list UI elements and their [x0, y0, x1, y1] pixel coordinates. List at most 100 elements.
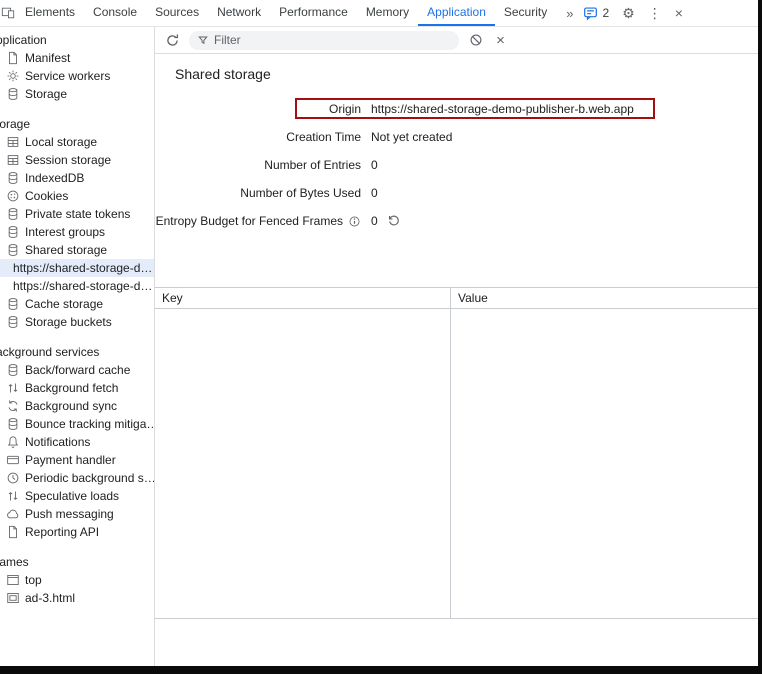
clear-all-button[interactable]: [467, 32, 484, 49]
field-label-text: Origin: [329, 102, 361, 116]
field-label: Creation Time: [155, 130, 361, 144]
sidebar-item-label: ad-3.html: [25, 591, 75, 605]
sidebar-item-https-shared-storage-d[interactable]: https://shared-storage-d…: [0, 259, 154, 277]
block-clear-icon: [469, 33, 483, 47]
sidebar-item-private-state-tokens[interactable]: Private state tokens: [0, 205, 154, 223]
sidebar-item-storage[interactable]: Storage: [0, 85, 154, 103]
database-icon: [6, 207, 20, 221]
application-sidebar: ApplicationManifestService workersStorag…: [0, 27, 155, 666]
sidebar-item-label: Push messaging: [25, 507, 114, 521]
window-edge-bottom: [0, 666, 762, 674]
tab-elements[interactable]: Elements: [16, 0, 84, 26]
panel-split: ApplicationManifestService workersStorag…: [0, 27, 758, 666]
sidebar-item-back-forward-cache[interactable]: Back/forward cache: [0, 361, 154, 379]
sidebar-item-notifications[interactable]: Notifications: [0, 433, 154, 451]
sidebar-item-label: Back/forward cache: [25, 363, 130, 377]
issues-button[interactable]: 2: [583, 6, 609, 21]
filter-box[interactable]: [189, 31, 459, 50]
table-header: KeyValue: [155, 288, 758, 309]
field-value: 0: [371, 214, 401, 228]
tab-sources[interactable]: Sources: [146, 0, 208, 26]
more-tabs-button[interactable]: »: [556, 0, 583, 26]
sidebar-item-push-messaging[interactable]: Push messaging: [0, 505, 154, 523]
sidebar-item-local-storage[interactable]: Local storage: [0, 133, 154, 151]
sidebar-section-application: ApplicationManifestService workersStorag…: [0, 32, 154, 103]
sidebar-item-indexeddb[interactable]: IndexedDB: [0, 169, 154, 187]
shared-storage-toolbar: ×: [155, 27, 758, 54]
column-header-key[interactable]: Key: [155, 288, 451, 308]
toolbar-close-icon[interactable]: ×: [492, 32, 509, 49]
field-value: Not yet created: [371, 130, 452, 144]
field-label-text: Number of Bytes Used: [240, 186, 361, 200]
sidebar-item-label: https://shared-storage-d…: [13, 279, 152, 293]
sidebar-item-interest-groups[interactable]: Interest groups: [0, 223, 154, 241]
sidebar-section-title-frames: Frames: [0, 554, 154, 571]
sidebar-item-storage-buckets[interactable]: Storage buckets: [0, 313, 154, 331]
sidebar-item-https-shared-storage-d[interactable]: https://shared-storage-d…: [0, 277, 154, 295]
tab-security[interactable]: Security: [495, 0, 556, 26]
table-body-value-column: [451, 309, 758, 618]
field-value-text: Not yet created: [371, 130, 452, 144]
field-label: Origin: [155, 102, 361, 116]
sidebar-section-title-storage: Storage: [0, 116, 154, 133]
field-label-text: Number of Entries: [264, 158, 361, 172]
sidebar-item-cookies[interactable]: Cookies: [0, 187, 154, 205]
devtools-tabbar: ElementsConsoleSourcesNetworkPerformance…: [0, 0, 758, 27]
sidebar-item-label: Cookies: [25, 189, 68, 203]
sidebar-item-session-storage[interactable]: Session storage: [0, 151, 154, 169]
sidebar-item-periodic-background-s[interactable]: Periodic background s…: [0, 469, 154, 487]
sidebar-item-speculative-loads[interactable]: Speculative loads: [0, 487, 154, 505]
tab-console[interactable]: Console: [84, 0, 146, 26]
more-options-icon[interactable]: ⋮: [648, 6, 662, 20]
sidebar-item-bounce-tracking-mitiga[interactable]: Bounce tracking mitiga…: [0, 415, 154, 433]
devtools-window: ElementsConsoleSourcesNetworkPerformance…: [0, 0, 758, 666]
field-value: https://shared-storage-demo-publisher-b.…: [371, 102, 634, 116]
tab-application[interactable]: Application: [418, 0, 495, 26]
field-label-text: Creation Time: [286, 130, 361, 144]
sidebar-item-payment-handler[interactable]: Payment handler: [0, 451, 154, 469]
sidebar-item-cache-storage[interactable]: Cache storage: [0, 295, 154, 313]
field-label-text: Entropy Budget for Fenced Frames: [156, 214, 343, 228]
close-devtools-icon[interactable]: ×: [675, 6, 683, 20]
sidebar-item-ad-3-html[interactable]: ad-3.html: [0, 589, 154, 607]
filter-input[interactable]: [214, 33, 451, 47]
sync-icon: [6, 399, 20, 413]
manifest-document-icon: [6, 51, 20, 65]
device-toolbar-icon: [0, 6, 16, 20]
info-icon[interactable]: [348, 215, 361, 228]
sidebar-item-label: Manifest: [25, 51, 70, 65]
field-value: 0: [371, 186, 378, 200]
database-icon: [6, 297, 20, 311]
settings-gear-icon[interactable]: ⚙: [622, 6, 635, 20]
tabbar-actions: 2 ⚙ ⋮ ×: [583, 0, 682, 26]
refresh-button[interactable]: [164, 32, 181, 49]
sidebar-item-label: Speculative loads: [25, 489, 119, 503]
sidebar-item-label: Background sync: [25, 399, 117, 413]
field-row-origin: Origin https://shared-storage-demo-publis…: [155, 95, 758, 123]
column-header-value[interactable]: Value: [451, 288, 758, 308]
database-icon: [6, 171, 20, 185]
sidebar-item-background-sync[interactable]: Background sync: [0, 397, 154, 415]
tab-performance[interactable]: Performance: [270, 0, 357, 26]
sidebar-item-label: Storage: [25, 87, 67, 101]
sidebar-item-manifest[interactable]: Manifest: [0, 49, 154, 67]
sidebar-item-label: Storage buckets: [25, 315, 112, 329]
sidebar-item-label: Notifications: [25, 435, 90, 449]
sidebar-item-label: https://shared-storage-d…: [13, 261, 152, 275]
sidebar-item-label: Service workers: [25, 69, 110, 83]
tab-memory[interactable]: Memory: [357, 0, 418, 26]
sidebar-item-label: Reporting API: [25, 525, 99, 539]
device-toolbar-button[interactable]: [0, 0, 16, 26]
up-down-arrows-icon: [6, 381, 20, 395]
sidebar-item-top[interactable]: top: [0, 571, 154, 589]
document-icon: [6, 525, 20, 539]
sidebar-item-service-workers[interactable]: Service workers: [0, 67, 154, 85]
sidebar-item-shared-storage[interactable]: Shared storage: [0, 241, 154, 259]
reset-budget-icon[interactable]: [387, 214, 401, 228]
field-row-creation-time: Creation Time Not yet created: [155, 123, 758, 151]
tab-network[interactable]: Network: [208, 0, 270, 26]
bell-icon: [6, 435, 20, 449]
sidebar-item-background-fetch[interactable]: Background fetch: [0, 379, 154, 397]
database-icon: [6, 87, 20, 101]
sidebar-item-reporting-api[interactable]: Reporting API: [0, 523, 154, 541]
